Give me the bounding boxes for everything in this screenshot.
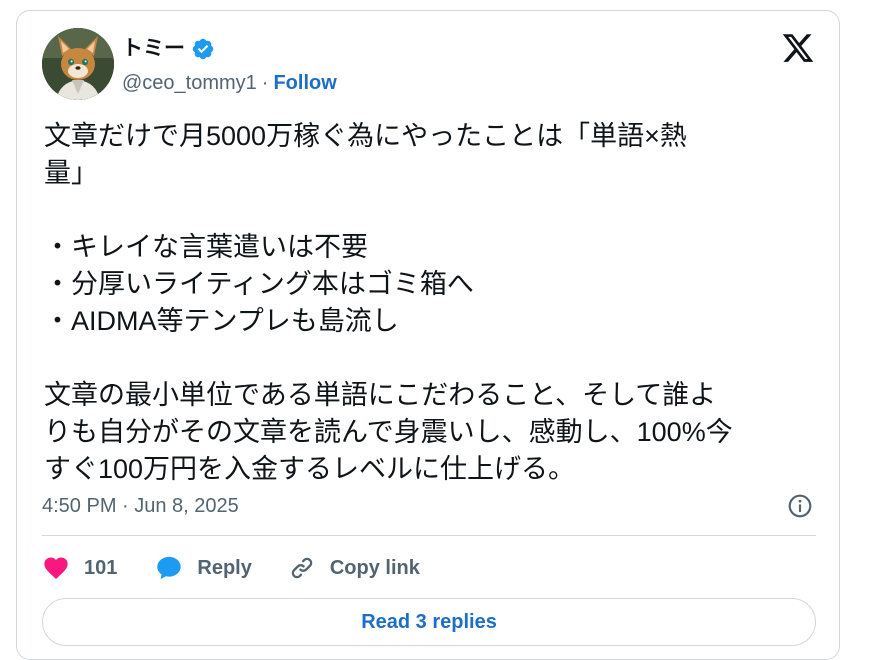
follow-button[interactable]: Follow [273,70,336,96]
link-icon [291,557,313,579]
like-button[interactable]: 101 [42,554,117,582]
separator-dot: · [261,72,269,94]
avatar[interactable] [42,28,114,100]
tweet-timestamp[interactable]: 4:50 PM · Jun 8, 2025 [42,493,239,519]
reply-button[interactable]: Reply [155,554,252,582]
author-handle-row: @ceo_tommy1 · Follow [122,70,337,96]
reply-label: Reply [197,556,252,579]
user-handle[interactable]: @ceo_tommy1 [122,70,257,96]
read-replies-button[interactable]: Read 3 replies [42,598,816,646]
divider [42,535,816,536]
info-icon[interactable] [787,493,813,519]
x-logo-icon[interactable] [781,31,815,65]
action-bar: 101 Reply Copy link [42,551,420,585]
display-name[interactable]: トミー [122,36,185,62]
tweet-text: 文章だけで月5000万稼ぐ為にやったことは「単語×熱 量」 ・キレイな言葉遣いは… [44,121,733,484]
copy-link-button[interactable]: Copy link [288,554,420,582]
tweet-card: トミー @ceo_tommy1 · Follow 文章だけで月5000万稼ぐ為に… [16,10,840,660]
like-count: 101 [84,556,118,579]
avatar-image [42,28,114,100]
heart-icon [44,557,68,579]
speech-bubble-icon [157,556,182,580]
verified-badge-icon [192,38,214,60]
author-name-row: トミー [122,36,215,62]
copy-link-label: Copy link [329,556,420,579]
